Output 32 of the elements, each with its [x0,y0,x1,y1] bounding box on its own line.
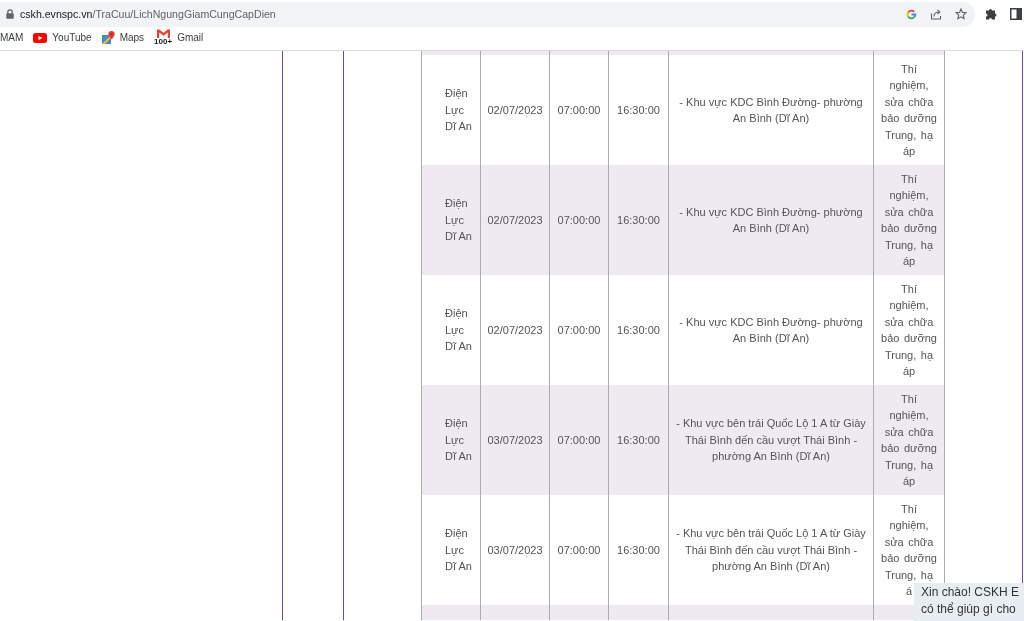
table-cell: 16:30:00 [608,165,668,275]
star-icon[interactable] [955,8,967,20]
bookmark-item[interactable]: YouTube [33,32,92,43]
address-bar[interactable]: cskh.evnspc.vn/TraCuu/LichNgungGiamCungCapDien [0,1,975,27]
bookmark-item[interactable]: MAM [0,32,24,43]
letter-g-icon[interactable] [906,8,917,20]
bookmark-item[interactable]: Maps [101,31,145,44]
map-pin-icon [101,31,115,44]
chat-message: Xin chào! CSKH E có thể giúp gì cho [921,584,1021,618]
bookmark-item[interactable]: 100+ Gmail [154,29,204,46]
table-cell: 07:00:00 [549,385,608,495]
table-cell: Thí nghiệm, sửa chữa bảo dưỡng Trung, hạ áp [873,385,945,495]
count-text: 100+ [154,38,173,46]
table-cell: Thí nghiệm, sửa chữa bảo dưỡng Trung, hạ áp [873,165,945,275]
table-cell: Thí nghiệm, sửa chữa bảo dưỡng Trung, hạ áp [873,275,945,385]
table-cell: Điện Lực Dĩ An [421,165,480,275]
play-icon [33,32,48,43]
puzzle-icon[interactable] [985,8,997,20]
table-cell: 02/07/2023 [480,165,549,275]
envelope-icon [156,29,170,38]
table-cell: Điện Lực Dĩ An [421,385,480,495]
side-panel-icon[interactable] [1010,8,1022,20]
table-cell: 16:30:00 [608,385,668,495]
chat-bubble[interactable]: Xin chào! CSKH E có thể giúp gì cho [914,583,1024,621]
url-text[interactable]: cskh.evnspc.vn/TraCuu/LichNgungGiamCungCapDien [20,8,276,20]
lock-icon [6,9,14,19]
table-cell: - Khu vực KDC Bình Đường- phường An Bình (Dĩ An) [668,165,873,275]
table-cell: 03/07/2023 [480,385,549,495]
table-cell: Thí nghiệm, sửa chữa bảo dưỡng Trung, hạ áp [873,55,945,165]
table-cell: 07:00:00 [549,165,608,275]
table-cell: - Khu vực bên trái Quốc Lộ 1 A từ Giày Thái Bình đến cầu vượt Thái Bình - phường An Bình (Dĩ An) [668,385,873,495]
share-icon[interactable] [930,8,942,20]
